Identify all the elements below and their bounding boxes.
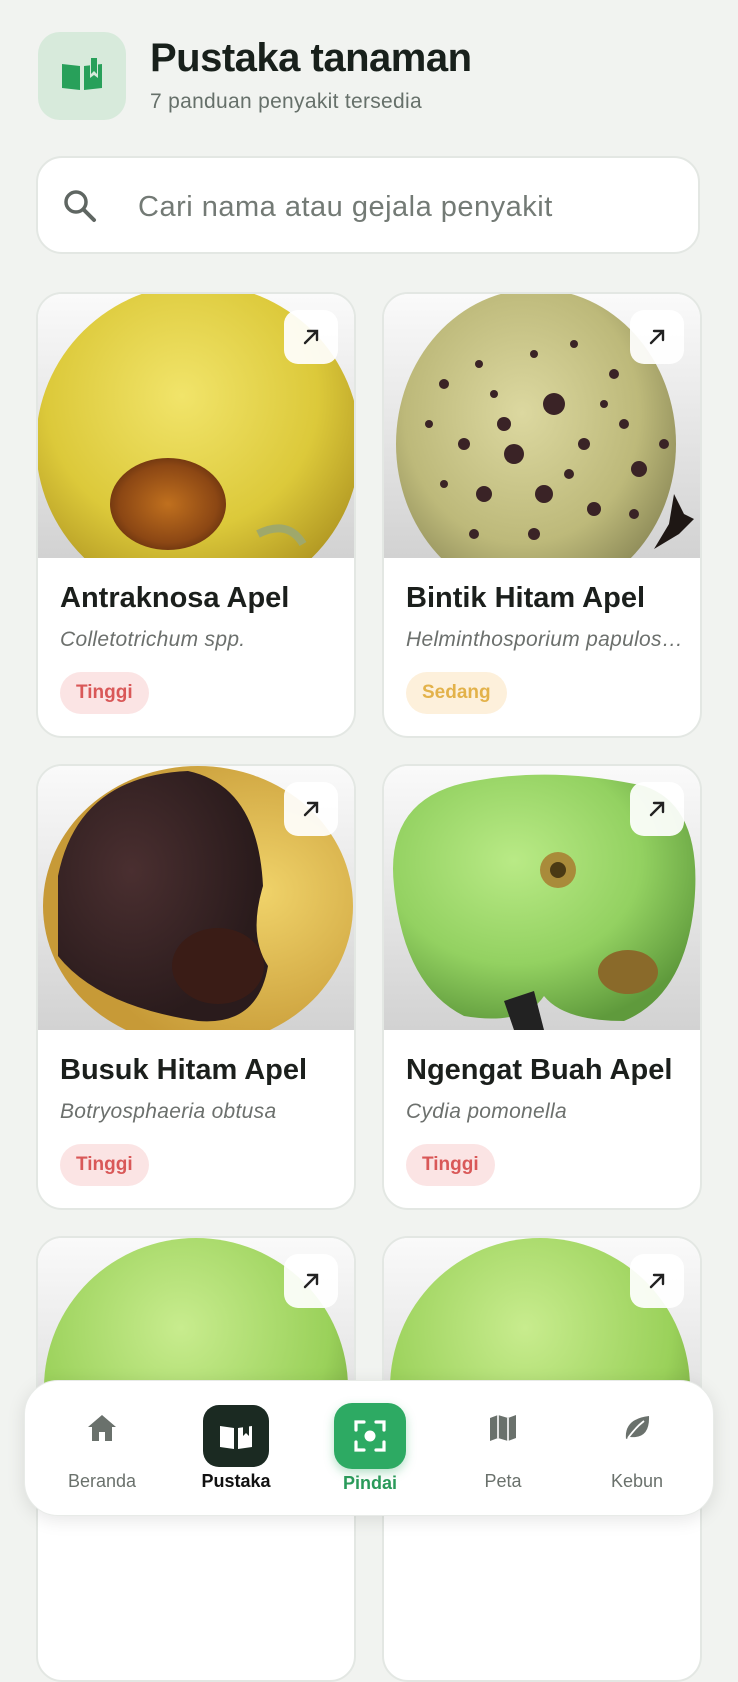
book-icon: [220, 1422, 252, 1449]
nav-label: Beranda: [67, 1471, 137, 1491]
scientific-name: Colletotrichum spp.: [60, 628, 246, 651]
search-icon: [64, 190, 96, 222]
nav-item-pustaka[interactable]: Pustaka: [176, 1381, 296, 1517]
scientific-name: Helminthosporium papulosum: [406, 628, 686, 651]
active-indicator: [203, 1405, 269, 1467]
search-input[interactable]: [136, 178, 680, 236]
page-subtitle: 7 panduan penyakit tersedia: [150, 90, 422, 113]
open-detail-button[interactable]: [630, 1254, 684, 1308]
open-detail-button[interactable]: [284, 782, 338, 836]
severity-badge: Tinggi: [60, 1144, 149, 1186]
arrow-up-right-icon: [303, 801, 319, 817]
search-bar[interactable]: [36, 156, 700, 254]
open-detail-button[interactable]: [284, 310, 338, 364]
arrow-up-right-icon: [649, 801, 665, 817]
nav-item-kebun[interactable]: Kebun: [577, 1381, 697, 1517]
severity-badge: Tinggi: [406, 1144, 495, 1186]
severity-badge: Sedang: [406, 672, 507, 714]
page-title: Pustaka tanaman: [150, 36, 472, 80]
arrow-up-right-icon: [303, 1273, 319, 1289]
severity-badge: Tinggi: [60, 672, 149, 714]
nav-item-beranda[interactable]: Beranda: [42, 1381, 162, 1517]
open-book-icon: [62, 58, 102, 90]
nav-label: Peta: [484, 1471, 522, 1491]
leaf-icon: [625, 1416, 650, 1439]
disease-card[interactable]: Ngengat Buah Apel Cydia pomonella Tinggi: [382, 764, 702, 1210]
nav-label: Kebun: [610, 1471, 664, 1491]
disease-card[interactable]: Antraknosa Apel Colletotrichum spp. Ting…: [36, 292, 356, 738]
disease-card[interactable]: Bintik Hitam Apel Helminthosporium papul…: [382, 292, 702, 738]
arrow-up-right-icon: [649, 1273, 665, 1289]
scan-button[interactable]: [334, 1403, 406, 1469]
map-icon: [490, 1415, 516, 1441]
nav-label: Pustaka: [201, 1471, 271, 1491]
nav-item-pindai[interactable]: Pindai: [310, 1381, 430, 1517]
scan-icon: [354, 1420, 386, 1452]
home-icon: [88, 1415, 116, 1441]
arrow-up-right-icon: [649, 329, 665, 345]
library-logo: [38, 32, 126, 120]
disease-name: Ngengat Buah Apel: [406, 1054, 673, 1086]
disease-name: Antraknosa Apel: [60, 582, 290, 614]
page-header: Pustaka tanaman 7 panduan penyakit terse…: [38, 32, 698, 122]
disease-name: Busuk Hitam Apel: [60, 1054, 308, 1086]
disease-card[interactable]: Busuk Hitam Apel Botryosphaeria obtusa T…: [36, 764, 356, 1210]
nav-label: Pindai: [342, 1473, 397, 1493]
arrow-up-right-icon: [303, 329, 319, 345]
scientific-name: Botryosphaeria obtusa: [60, 1100, 277, 1123]
scientific-name: Cydia pomonella: [406, 1100, 567, 1123]
open-detail-button[interactable]: [630, 782, 684, 836]
disease-name: Bintik Hitam Apel: [406, 582, 646, 614]
bottom-navigation: Beranda Pustaka Pindai Peta Kebun: [24, 1380, 714, 1516]
open-detail-button[interactable]: [284, 1254, 338, 1308]
nav-item-peta[interactable]: Peta: [443, 1381, 563, 1517]
open-detail-button[interactable]: [630, 310, 684, 364]
